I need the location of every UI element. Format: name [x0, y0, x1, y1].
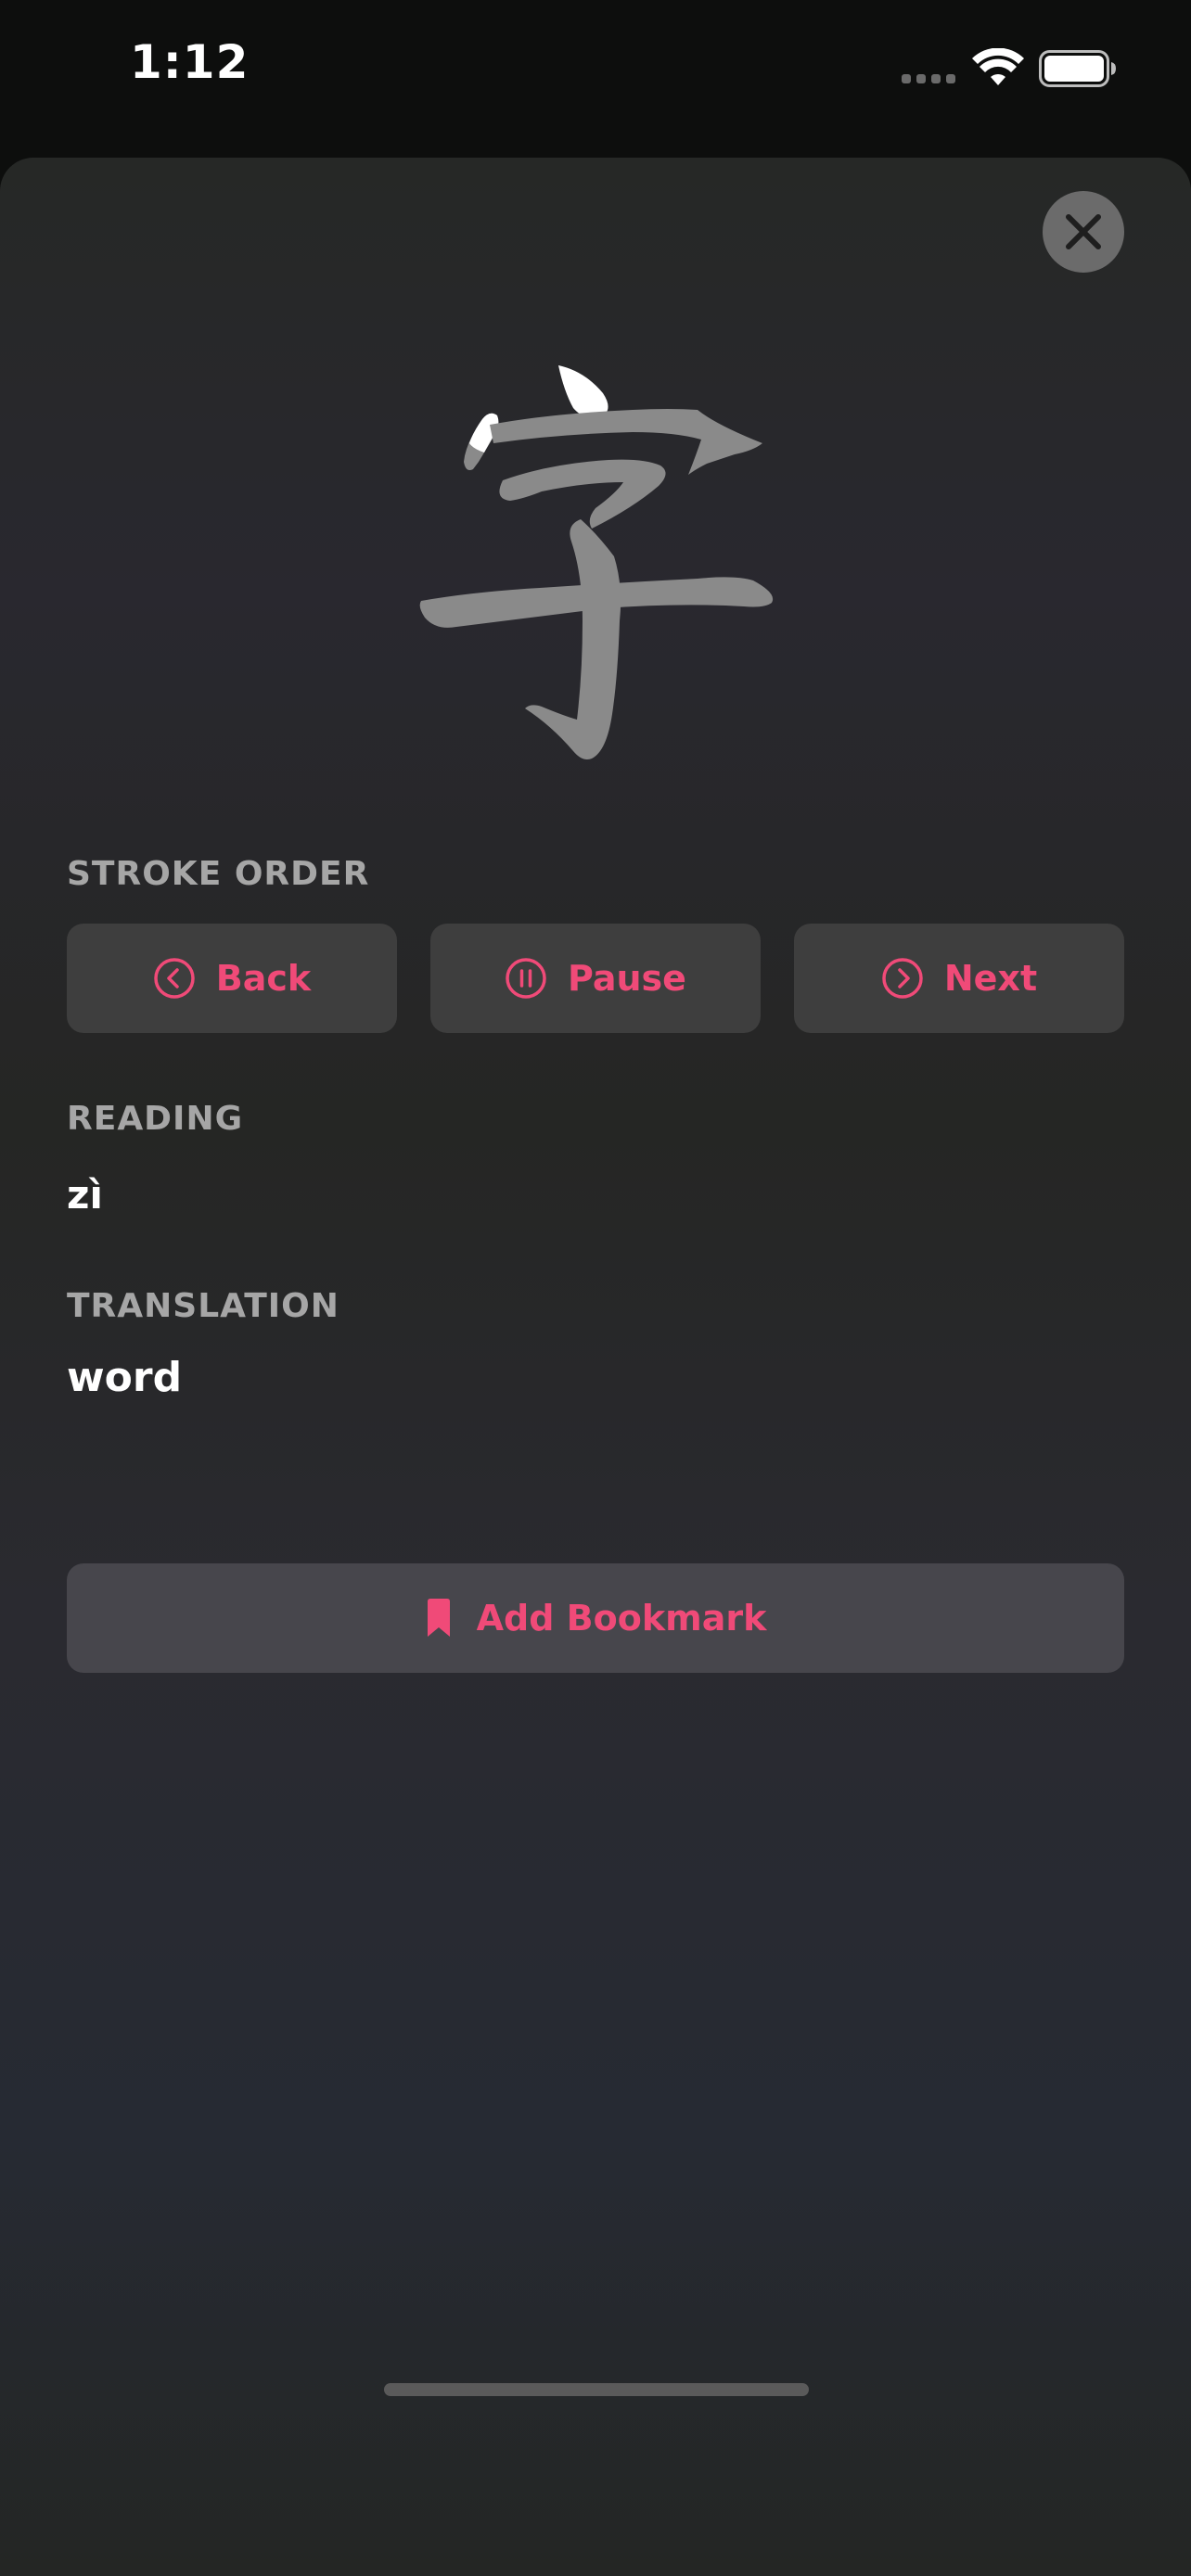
stroke-next-label: Next [943, 958, 1038, 999]
stroke-order-label: STROKE ORDER [67, 855, 370, 893]
stroke-1 [558, 365, 608, 418]
reading-label: READING [67, 1100, 244, 1138]
stroke-back-button[interactable]: Back [67, 924, 397, 1033]
chevron-left-circle-icon [154, 958, 195, 999]
translation-value: word [67, 1354, 183, 1401]
chevron-right-circle-icon [882, 958, 923, 999]
pause-circle-icon [506, 958, 546, 999]
character-detail-sheet: 字 STROKE ORDER [0, 158, 1191, 2576]
stroke-pause-button[interactable]: Pause [430, 924, 761, 1033]
stroke-next-button[interactable]: Next [794, 924, 1124, 1033]
status-time: 1:12 [130, 35, 250, 89]
translation-label: TRANSLATION [67, 1287, 339, 1325]
wifi-icon [972, 48, 1024, 85]
home-indicator[interactable] [384, 2383, 809, 2396]
close-button[interactable] [1043, 191, 1124, 273]
add-bookmark-label: Add Bookmark [476, 1598, 767, 1639]
stroke-5 [525, 519, 621, 759]
cellular-signal-icon [902, 74, 955, 83]
stroke-4 [499, 459, 666, 529]
stroke-back-label: Back [215, 958, 312, 999]
bookmark-icon [427, 1599, 450, 1637]
character-stroke-animation[interactable]: 字 [401, 343, 790, 770]
reading-value: zì [67, 1172, 103, 1218]
hanzi-strokes [419, 365, 774, 759]
stroke-pause-label: Pause [568, 958, 686, 999]
add-bookmark-button[interactable]: Add Bookmark [67, 1563, 1124, 1673]
screen: 1:12 字 [0, 0, 1191, 2576]
battery-icon [1039, 50, 1116, 87]
status-bar: 1:12 [0, 0, 1191, 139]
close-icon [1066, 214, 1101, 249]
